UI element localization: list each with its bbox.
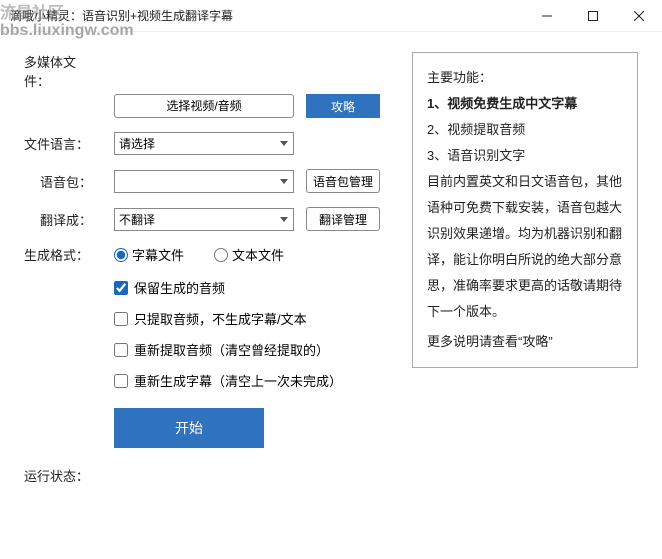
panel-footer: 更多说明请查看“攻略” (427, 329, 623, 355)
info-panel: 主要功能： 1、视频免费生成中文字幕 2、视频提取音频 3、语音识别文字 目前内… (412, 52, 638, 368)
close-button[interactable] (616, 0, 662, 32)
select-media-button[interactable]: 选择视频/音频 (114, 94, 294, 118)
panel-item2: 2、视频提取音频 (427, 117, 623, 143)
maximize-button[interactable] (570, 0, 616, 32)
checkbox-keep-audio-input[interactable] (114, 281, 128, 295)
label-output-format: 生成格式： (24, 245, 96, 264)
checkbox-keep-audio[interactable]: 保留生成的音频 (114, 278, 404, 297)
radio-text[interactable]: 文本文件 (214, 245, 284, 264)
panel-heading: 主要功能： (427, 65, 623, 91)
checkbox-re-subtitle-input[interactable] (114, 374, 128, 388)
radio-text-input[interactable] (214, 248, 228, 262)
label-status: 运行状态： (24, 466, 96, 485)
checkbox-re-extract-input[interactable] (114, 343, 128, 357)
checkbox-only-audio[interactable]: 只提取音频，不生成字幕/文本 (114, 309, 404, 328)
voice-pack-select[interactable] (114, 170, 294, 193)
minimize-button[interactable] (524, 0, 570, 32)
titlebar: 滴哦小精灵：语音识别+视频生成翻译字幕 (0, 0, 662, 32)
voice-pack-manage-button[interactable]: 语音包管理 (306, 169, 380, 193)
checkbox-re-extract[interactable]: 重新提取音频（清空曾经提取的） (114, 340, 404, 359)
panel-item1: 1、视频免费生成中文字幕 (427, 91, 623, 117)
radio-subtitle[interactable]: 字幕文件 (114, 245, 184, 264)
panel-item3: 3、语音识别文字 (427, 143, 623, 169)
panel-body: 目前内置英文和日文语音包，其他语种可免费下载安装，语音包越大识别效果递增。均为机… (427, 169, 623, 325)
file-language-select[interactable] (114, 132, 294, 155)
label-multimedia: 多媒体文件： (24, 52, 96, 90)
checkbox-re-subtitle[interactable]: 重新生成字幕（清空上一次未完成） (114, 371, 404, 390)
checkbox-only-audio-input[interactable] (114, 312, 128, 326)
strategy-button[interactable]: 攻略 (306, 94, 380, 118)
translate-manage-button[interactable]: 翻译管理 (306, 207, 380, 231)
label-voice-pack: 语音包： (24, 172, 96, 191)
label-translate-to: 翻译成： (24, 210, 96, 229)
label-file-lang: 文件语言： (24, 134, 96, 153)
start-button[interactable]: 开始 (114, 408, 264, 448)
translate-to-select[interactable] (114, 208, 294, 231)
window-title: 滴哦小精灵：语音识别+视频生成翻译字幕 (10, 7, 233, 24)
radio-subtitle-input[interactable] (114, 248, 128, 262)
window-controls (524, 0, 662, 32)
